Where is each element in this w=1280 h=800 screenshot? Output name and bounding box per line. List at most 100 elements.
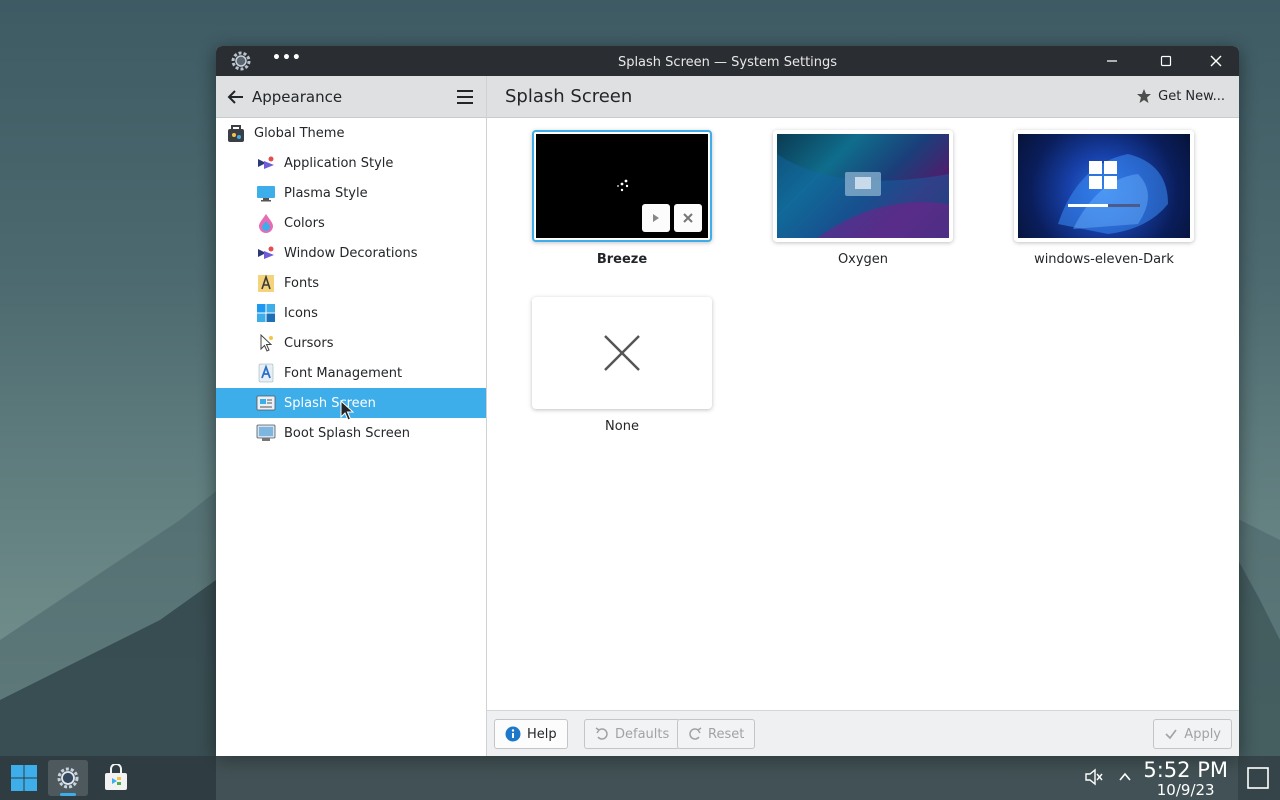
volume-muted-icon[interactable] <box>1084 768 1104 790</box>
close-button[interactable] <box>1193 46 1239 76</box>
application-style-icon <box>256 153 276 173</box>
clock-date: 10/9/23 <box>1156 781 1215 799</box>
info-icon <box>505 726 521 742</box>
get-new-label: Get New... <box>1158 88 1225 104</box>
help-button[interactable]: Help <box>494 719 568 749</box>
theme-name: windows-eleven-Dark <box>1034 252 1174 267</box>
show-desktop-button[interactable] <box>1246 766 1270 794</box>
system-settings-gear-icon <box>57 767 79 789</box>
back-arrow-icon[interactable] <box>226 87 246 107</box>
system-settings-window: ••• Splash Screen — System Settings Appe… <box>216 46 1239 756</box>
apply-label: Apply <box>1184 726 1221 742</box>
theme-preview[interactable] <box>532 297 712 409</box>
play-icon <box>653 214 659 222</box>
mouse-cursor-icon <box>340 400 355 421</box>
sidebar-item-fonts[interactable]: Fonts <box>216 268 486 298</box>
sidebar-item-label: Cursors <box>284 335 334 351</box>
cursors-icon <box>256 333 276 353</box>
theme-preview[interactable] <box>532 130 712 242</box>
windows-logo-icon <box>11 765 37 791</box>
sidebar-item-global-theme[interactable]: Global Theme <box>216 118 486 148</box>
footer-button-bar: Help Defaults Reset Apply <box>487 710 1239 756</box>
reset-button[interactable]: Reset <box>677 719 756 749</box>
sidebar-item-cursors[interactable]: Cursors <box>216 328 486 358</box>
theme-tile-none[interactable]: None <box>532 297 712 434</box>
taskbar-discover-store[interactable] <box>96 760 136 796</box>
window-decorations-icon <box>256 243 276 263</box>
taskbar-clock[interactable]: 5:52 PM 10/9/23 <box>1143 758 1228 798</box>
hamburger-menu-icon[interactable] <box>456 88 474 106</box>
help-label: Help <box>527 726 557 742</box>
sidebar-item-icons[interactable]: Icons <box>216 298 486 328</box>
reset-label: Reset <box>708 726 745 742</box>
window-title: Splash Screen — System Settings <box>617 55 838 70</box>
sidebar-item-colors[interactable]: Colors <box>216 208 486 238</box>
fonts-icon <box>256 273 276 293</box>
taskbar: 5:52 PM 10/9/23 <box>0 756 1280 800</box>
plasma-style-icon <box>256 183 276 203</box>
sidebar-item-label: Splash Screen <box>284 395 376 411</box>
splash-theme-grid: Breeze Oxygen windows-eleven-Dark None <box>487 118 1239 710</box>
theme-name: Breeze <box>596 252 648 267</box>
apply-button[interactable]: Apply <box>1153 719 1232 749</box>
main-panel: Splash Screen Get New... Breeze Oxygen w… <box>487 76 1239 756</box>
show-desktop-icon <box>1247 767 1269 789</box>
theme-tile-breeze[interactable]: Breeze <box>532 130 712 267</box>
sidebar-section-title: Appearance <box>252 88 343 106</box>
clock-time: 5:52 PM <box>1143 758 1228 782</box>
theme-preview[interactable] <box>1014 130 1194 242</box>
sidebar-item-label: Fonts <box>284 275 320 291</box>
splash-screen-icon <box>256 393 276 413</box>
get-new-button[interactable]: Get New... <box>1136 88 1225 104</box>
oxygen-preview-image <box>777 154 949 238</box>
sidebar-item-boot-splash-screen[interactable]: Boot Splash Screen <box>216 418 486 448</box>
boot-splash-screen-icon <box>256 423 276 443</box>
page-title: Splash Screen <box>505 86 633 107</box>
sidebar-item-label: Application Style <box>284 155 394 171</box>
sidebar-item-window-decorations[interactable]: Window Decorations <box>216 238 486 268</box>
icons-icon <box>256 303 276 323</box>
defaults-button[interactable]: Defaults <box>584 719 681 749</box>
window-titlebar[interactable]: ••• Splash Screen — System Settings <box>216 46 1239 76</box>
sidebar-item-label: Icons <box>284 305 318 321</box>
sidebar-item-label: Global Theme <box>254 125 345 141</box>
theme-name: None <box>605 419 639 434</box>
reset-icon <box>689 727 702 740</box>
sidebar-item-label: Plasma Style <box>284 185 368 201</box>
sidebar-item-plasma-style[interactable]: Plasma Style <box>216 178 486 208</box>
defaults-undo-icon <box>595 727 608 740</box>
theme-tile-windows-eleven-dark[interactable]: windows-eleven-Dark <box>1014 130 1194 267</box>
close-icon <box>1210 55 1222 67</box>
star-icon <box>1137 89 1152 103</box>
sidebar-item-label: Font Management <box>284 365 403 381</box>
sidebar-item-label: Window Decorations <box>284 245 418 261</box>
font-management-icon <box>256 363 276 383</box>
theme-name: Oxygen <box>837 252 889 267</box>
checkmark-icon <box>1165 729 1177 740</box>
maximize-button[interactable] <box>1143 46 1189 76</box>
theme-tile-oxygen[interactable]: Oxygen <box>773 130 953 267</box>
windows-eleven-preview-image <box>1058 154 1168 234</box>
preview-play-button[interactable] <box>642 204 670 232</box>
none-x-icon <box>604 335 640 371</box>
defaults-label: Defaults <box>615 726 670 742</box>
minimize-icon <box>1107 60 1117 62</box>
taskbar-system-settings[interactable] <box>48 760 88 796</box>
discover-shopping-bag-icon <box>105 764 127 790</box>
sidebar-nav-list: Global Theme Application Style Plasma St… <box>216 118 486 448</box>
sidebar-item-label: Colors <box>284 215 325 231</box>
start-menu-button[interactable] <box>4 760 44 796</box>
sidebar-item-label: Boot Splash Screen <box>284 425 410 441</box>
minimize-button[interactable] <box>1089 46 1135 76</box>
remove-icon <box>683 213 693 223</box>
global-theme-icon <box>226 123 246 143</box>
maximize-icon <box>1160 55 1172 67</box>
show-hidden-icons-chevron-up-icon[interactable] <box>1118 770 1132 788</box>
colors-icon <box>256 213 276 233</box>
sidebar-item-font-management[interactable]: Font Management <box>216 358 486 388</box>
remove-theme-button[interactable] <box>674 204 702 232</box>
main-header: Splash Screen Get New... <box>487 76 1239 118</box>
sidebar-item-application-style[interactable]: Application Style <box>216 148 486 178</box>
sidebar-header: Appearance <box>216 76 486 118</box>
theme-preview[interactable] <box>773 130 953 242</box>
